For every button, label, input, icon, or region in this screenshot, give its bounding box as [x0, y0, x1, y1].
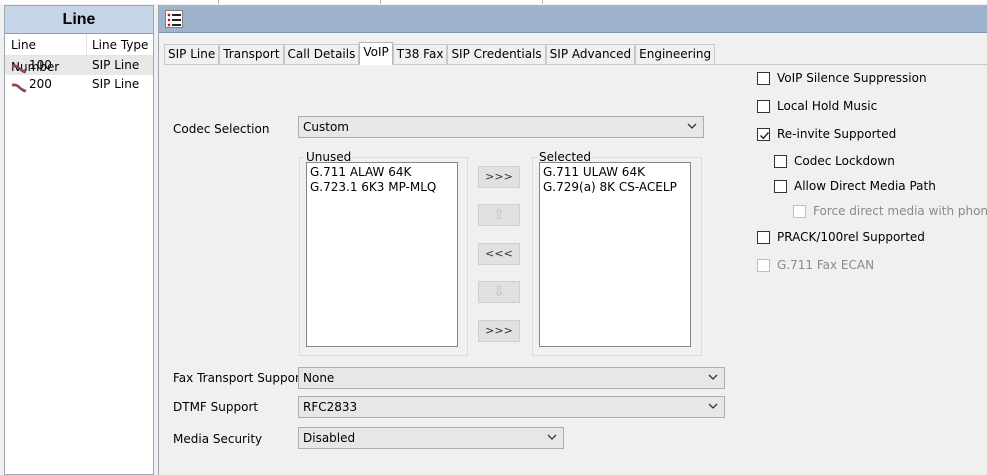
dtmf-support-dropdown[interactable]: RFC2833: [298, 396, 725, 418]
local-hold-music-checkbox[interactable]: Local Hold Music: [757, 99, 877, 113]
codec-selection-dropdown[interactable]: Custom: [298, 116, 704, 138]
tab-baseline: [164, 64, 987, 65]
checkbox-label: Local Hold Music: [777, 99, 878, 113]
top-strip: [0, 0, 987, 4]
g711-fax-ecan-checkbox[interactable]: G.711 Fax ECAN: [757, 258, 874, 272]
line-list-panel: Line Line Number Line Type 100 SIP Line: [4, 5, 154, 475]
dtmf-support-label: DTMF Support: [173, 400, 259, 414]
checkbox-label: G.711 Fax ECAN: [777, 258, 875, 272]
tab-sip-advanced[interactable]: SIP Advanced: [545, 44, 636, 64]
unused-codec-list[interactable]: G.711 ALAW 64K G.723.1 6K3 MP-MLQ: [306, 162, 458, 347]
tab-voip[interactable]: VoIP: [359, 42, 393, 65]
media-security-dropdown[interactable]: Disabled: [298, 427, 564, 449]
checkbox-box[interactable]: [774, 179, 787, 193]
list-item[interactable]: G.711 ULAW 64K: [543, 165, 687, 180]
tab-t38-fax[interactable]: T38 Fax: [392, 44, 448, 64]
media-security-value: Disabled: [303, 431, 356, 445]
tab-transport[interactable]: Transport: [219, 44, 284, 64]
checkbox-box[interactable]: [774, 154, 787, 168]
checkbox-label: VoIP Silence Suppression: [777, 71, 927, 85]
codec-lockdown-checkbox[interactable]: Codec Lockdown: [774, 154, 895, 168]
sip-line-icon: [11, 61, 27, 73]
checkbox-box[interactable]: [757, 99, 770, 113]
codec-selection-label: Codec Selection: [173, 122, 270, 136]
list-item[interactable]: G.723.1 6K3 MP-MLQ: [310, 180, 454, 195]
line-details-panel: SIP Line Transport Call Details VoIP T38…: [158, 5, 987, 475]
selected-codec-list[interactable]: G.711 ULAW 64K G.729(a) 8K CS-ACELP: [539, 162, 691, 347]
dtmf-support-value: RFC2833: [303, 400, 358, 414]
top-divider: [218, 0, 219, 4]
checkbox-box[interactable]: [757, 230, 770, 244]
checkbox-label: Re-invite Supported: [777, 127, 897, 141]
tab-sip-credentials[interactable]: SIP Credentials: [447, 44, 546, 64]
remove-codec-button[interactable]: <<<: [478, 243, 520, 265]
top-divider: [380, 0, 381, 4]
sip-line-icon: [11, 80, 27, 92]
tab-sip-line[interactable]: SIP Line: [164, 44, 220, 64]
checkbox-box[interactable]: [757, 127, 770, 141]
fax-transport-value: None: [303, 371, 335, 385]
reinvite-supported-checkbox[interactable]: Re-invite Supported: [757, 127, 896, 141]
codec-selection-value: Custom: [303, 120, 349, 134]
add-all-button[interactable]: >>>: [478, 320, 520, 342]
line-number: 200: [29, 77, 52, 91]
list-icon[interactable]: [165, 10, 183, 28]
line-number: 100: [29, 58, 52, 72]
checkbox-box[interactable]: [757, 258, 770, 272]
checkbox-label: Codec Lockdown: [794, 154, 895, 168]
list-item[interactable]: 100 SIP Line: [5, 56, 153, 75]
fax-transport-label: Fax Transport Support: [173, 371, 305, 385]
allow-direct-media-path-checkbox[interactable]: Allow Direct Media Path: [774, 179, 936, 193]
move-down-button[interactable]: ⇩: [478, 281, 520, 303]
add-codec-button[interactable]: >>>: [478, 166, 520, 188]
chevron-down-icon: [708, 403, 718, 409]
column-header-line-type[interactable]: Line Type: [87, 34, 148, 55]
column-header-line-number[interactable]: Line Number: [5, 34, 87, 74]
column-headers: Line Number Line Type: [5, 34, 153, 74]
chevron-down-icon: [547, 434, 557, 440]
checkbox-label: Allow Direct Media Path: [794, 179, 936, 193]
chevron-down-icon: [687, 123, 697, 129]
media-security-label: Media Security: [173, 432, 263, 446]
line-type: SIP Line: [92, 58, 140, 72]
tab-call-details[interactable]: Call Details: [283, 44, 360, 64]
line-type: SIP Line: [92, 77, 140, 91]
tab-bar: SIP Line Transport Call Details VoIP T38…: [164, 42, 716, 65]
panel-title: Line: [5, 6, 153, 34]
list-item[interactable]: G.729(a) 8K CS-ACELP: [543, 180, 687, 195]
checkbox-label: Force direct media with phones: [813, 204, 987, 218]
checkmark-icon: [760, 131, 770, 139]
list-item[interactable]: 200 SIP Line: [5, 75, 153, 94]
checkbox-label: PRACK/100rel Supported: [777, 230, 925, 244]
move-up-button[interactable]: ⇧: [478, 204, 520, 226]
tab-engineering[interactable]: Engineering: [635, 44, 716, 64]
chevron-down-icon: [708, 374, 718, 380]
fax-transport-dropdown[interactable]: None: [298, 367, 725, 389]
top-divider: [542, 0, 543, 4]
toolbar: [159, 5, 987, 33]
force-direct-media-checkbox[interactable]: Force direct media with phones: [793, 204, 987, 218]
list-item[interactable]: G.711 ALAW 64K: [310, 165, 454, 180]
prack-100rel-checkbox[interactable]: PRACK/100rel Supported: [757, 230, 925, 244]
voip-silence-suppression-checkbox[interactable]: VoIP Silence Suppression: [757, 71, 927, 85]
checkbox-box[interactable]: [757, 71, 770, 85]
checkbox-box[interactable]: [793, 204, 806, 218]
